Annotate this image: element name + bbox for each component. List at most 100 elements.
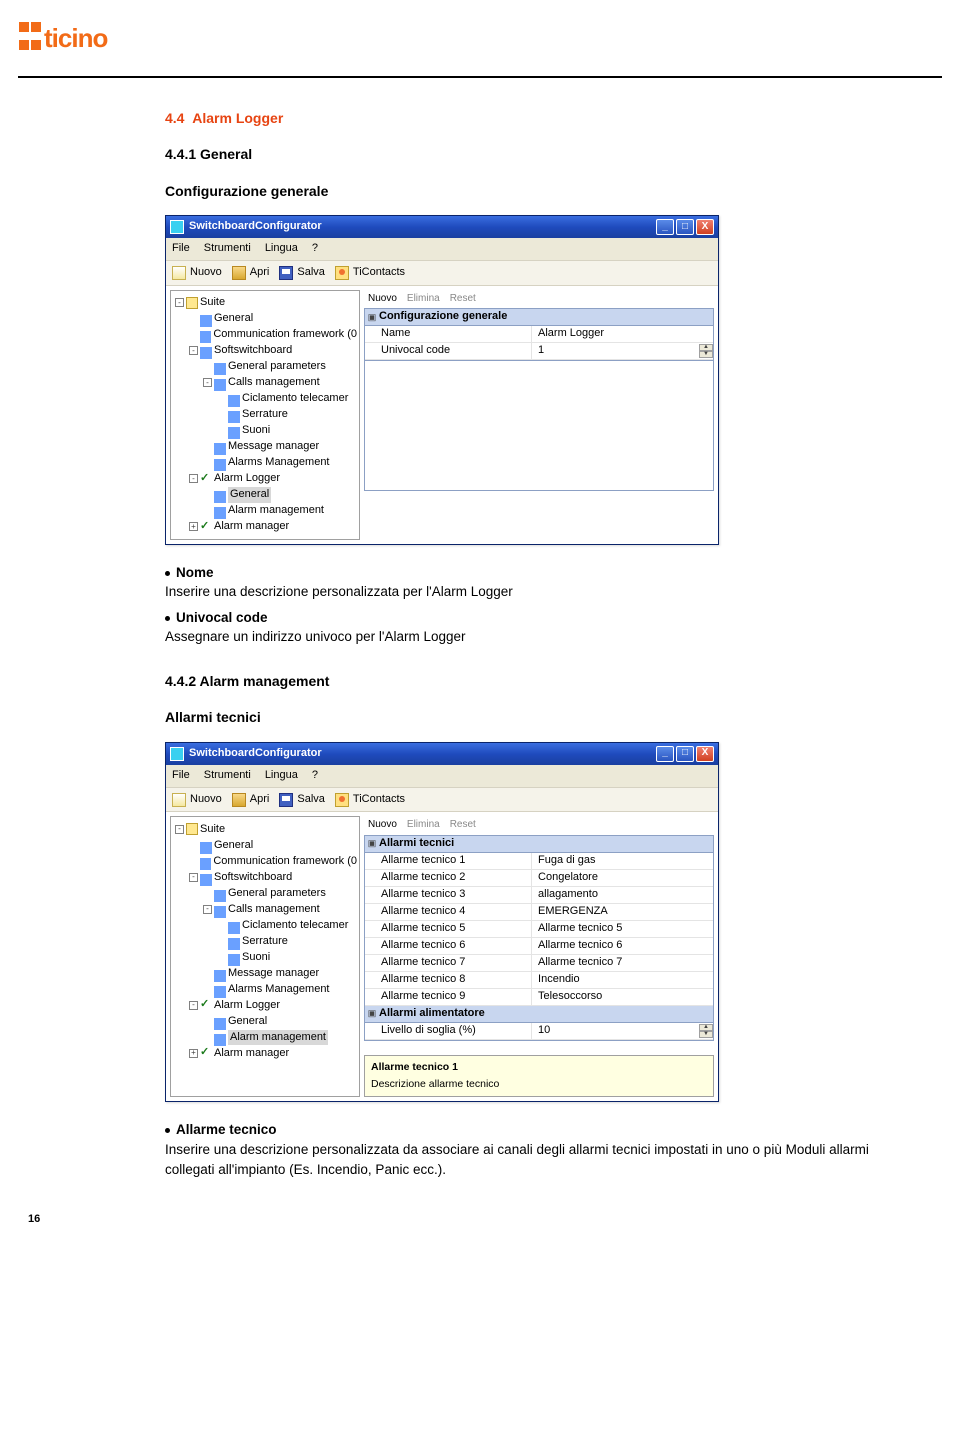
property-row[interactable]: Univocal code1▲▼ (365, 343, 713, 360)
propaction-reset[interactable]: Reset (450, 292, 476, 307)
menu-language[interactable]: Lingua (265, 241, 298, 257)
tree-node-general[interactable]: General (173, 837, 357, 853)
toolbar-open[interactable]: Apri (232, 265, 270, 281)
property-value[interactable]: Allarme tecnico 5 (532, 921, 713, 937)
collapse-icon[interactable]: - (203, 378, 212, 387)
tree-node-suoni[interactable]: Suoni (173, 949, 357, 965)
tree-node-suite[interactable]: -Suite (173, 295, 357, 311)
tree-node-alarmsmgmt[interactable]: Alarms Management (173, 455, 357, 471)
spinner-control[interactable]: ▲▼ (699, 344, 713, 358)
tree-node-serrature[interactable]: Serrature (173, 407, 357, 423)
menu-help[interactable]: ? (312, 241, 318, 257)
tree-node-alarmsmgmt[interactable]: Alarms Management (173, 981, 357, 997)
property-row[interactable]: Allarme tecnico 4EMERGENZA (365, 904, 713, 921)
toolbar-open[interactable]: Apri (232, 792, 270, 808)
collapse-icon[interactable]: ▣ (365, 311, 379, 324)
toolbar-new[interactable]: Nuovo (172, 792, 222, 808)
propaction-delete[interactable]: Elimina (407, 818, 440, 833)
tree-node-al_mgmt[interactable]: Alarm management (173, 503, 357, 519)
category-row-alimentatore[interactable]: ▣ Allarmi alimentatore (365, 1006, 713, 1023)
collapse-icon[interactable]: - (189, 474, 198, 483)
close-button[interactable]: X (696, 219, 714, 235)
tree-node-alarmlogger[interactable]: -Alarm Logger (173, 471, 357, 487)
tree-node-ciclamento[interactable]: Ciclamento telecamer (173, 391, 357, 407)
minimize-button[interactable]: _ (656, 746, 674, 762)
tree-node-suoni[interactable]: Suoni (173, 423, 357, 439)
close-button[interactable]: X (696, 746, 714, 762)
maximize-button[interactable]: □ (676, 219, 694, 235)
menu-language[interactable]: Lingua (265, 768, 298, 784)
collapse-icon[interactable]: - (189, 873, 198, 882)
titlebar[interactable]: SwitchboardConfigurator _ □ X (166, 216, 718, 238)
property-row[interactable]: Allarme tecnico 3allagamento (365, 887, 713, 904)
toolbar-new[interactable]: Nuovo (172, 265, 222, 281)
property-value[interactable]: Allarme tecnico 7 (532, 955, 713, 971)
collapse-icon[interactable]: ▣ (365, 837, 379, 850)
titlebar[interactable]: SwitchboardConfigurator _ □ X (166, 743, 718, 765)
minimize-button[interactable]: _ (656, 219, 674, 235)
tree-node-general[interactable]: General (173, 311, 357, 327)
collapse-icon[interactable]: - (189, 346, 198, 355)
collapse-icon[interactable]: - (175, 298, 184, 307)
expand-icon[interactable]: + (189, 522, 198, 531)
tree-node-alarmlogger[interactable]: -Alarm Logger (173, 997, 357, 1013)
property-row[interactable]: Allarme tecnico 9Telesoccorso (365, 989, 713, 1006)
toolbar-save[interactable]: Salva (279, 265, 325, 281)
propaction-new[interactable]: Nuovo (368, 818, 397, 833)
menu-file[interactable]: File (172, 241, 190, 257)
tree-node-al_mgmt[interactable]: Alarm management (173, 1029, 357, 1045)
property-value[interactable]: Telesoccorso (532, 989, 713, 1005)
collapse-icon[interactable]: - (203, 905, 212, 914)
property-row[interactable]: Allarme tecnico 6Allarme tecnico 6 (365, 938, 713, 955)
tree-node-commfw[interactable]: Communication framework (0 (173, 853, 357, 869)
tree-node-al_general[interactable]: General (173, 487, 357, 503)
property-value[interactable]: EMERGENZA (532, 904, 713, 920)
toolbar-ticontacts[interactable]: TiContacts (335, 265, 405, 281)
property-value[interactable]: allagamento (532, 887, 713, 903)
tree-node-suite[interactable]: -Suite (173, 821, 357, 837)
collapse-icon[interactable]: - (189, 1001, 198, 1010)
property-row[interactable]: Allarme tecnico 1Fuga di gas (365, 853, 713, 870)
tree-node-callsmgmt[interactable]: -Calls management (173, 901, 357, 917)
propaction-new[interactable]: Nuovo (368, 292, 397, 307)
tree-node-msgmgr[interactable]: Message manager (173, 965, 357, 981)
tree-node-commfw[interactable]: Communication framework (0 (173, 327, 357, 343)
category-row[interactable]: ▣ Configurazione generale (365, 309, 713, 326)
property-row[interactable]: Livello di soglia (%)10▲▼ (365, 1023, 713, 1040)
property-row[interactable]: Allarme tecnico 5Allarme tecnico 5 (365, 921, 713, 938)
property-value[interactable]: Allarme tecnico 6 (532, 938, 713, 954)
propaction-reset[interactable]: Reset (450, 818, 476, 833)
property-value[interactable]: Alarm Logger (532, 326, 713, 342)
collapse-icon[interactable]: ▣ (365, 1007, 379, 1020)
propaction-delete[interactable]: Elimina (407, 292, 440, 307)
category-row-tecnici[interactable]: ▣ Allarmi tecnici (365, 836, 713, 853)
menu-tools[interactable]: Strumenti (204, 241, 251, 257)
property-row[interactable]: Allarme tecnico 8Incendio (365, 972, 713, 989)
toolbar-ticontacts[interactable]: TiContacts (335, 792, 405, 808)
property-value[interactable]: Incendio (532, 972, 713, 988)
collapse-icon[interactable]: - (175, 825, 184, 834)
maximize-button[interactable]: □ (676, 746, 694, 762)
expand-icon[interactable]: + (189, 1049, 198, 1058)
property-value[interactable]: Congelatore (532, 870, 713, 886)
property-row[interactable]: Allarme tecnico 2Congelatore (365, 870, 713, 887)
toolbar-save[interactable]: Salva (279, 792, 325, 808)
property-value[interactable]: 1▲▼ (532, 343, 713, 359)
menu-help[interactable]: ? (312, 768, 318, 784)
tree-node-softsb[interactable]: -Softswitchboard (173, 343, 357, 359)
property-row[interactable]: Allarme tecnico 7Allarme tecnico 7 (365, 955, 713, 972)
property-row[interactable]: NameAlarm Logger (365, 326, 713, 343)
tree-node-softsb[interactable]: -Softswitchboard (173, 869, 357, 885)
menu-file[interactable]: File (172, 768, 190, 784)
tree-node-genparams[interactable]: General parameters (173, 359, 357, 375)
property-value[interactable]: Fuga di gas (532, 853, 713, 869)
tree-node-serrature[interactable]: Serrature (173, 933, 357, 949)
tree-node-callsmgmt[interactable]: -Calls management (173, 375, 357, 391)
tree-node-genparams[interactable]: General parameters (173, 885, 357, 901)
tree-node-al_general[interactable]: General (173, 1013, 357, 1029)
tree-node-alarmmanager[interactable]: +Alarm manager (173, 1045, 357, 1061)
spinner-control[interactable]: ▲▼ (699, 1024, 713, 1038)
tree-node-msgmgr[interactable]: Message manager (173, 439, 357, 455)
property-value[interactable]: 10▲▼ (532, 1023, 713, 1039)
menu-tools[interactable]: Strumenti (204, 768, 251, 784)
